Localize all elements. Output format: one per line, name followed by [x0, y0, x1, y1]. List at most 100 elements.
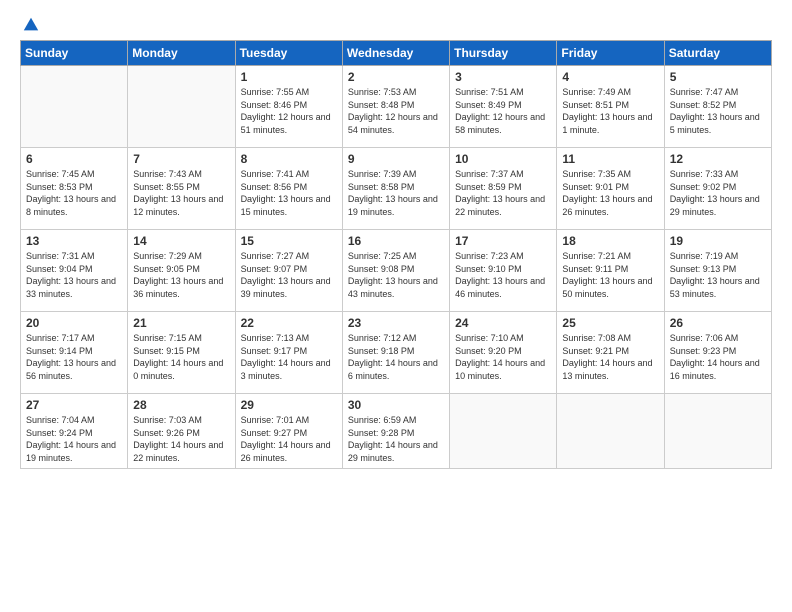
day-info: Sunrise: 7:15 AM Sunset: 9:15 PM Dayligh…: [133, 332, 229, 382]
calendar-cell: 15 Sunrise: 7:27 AM Sunset: 9:07 PM Dayli…: [235, 230, 342, 312]
calendar-cell: [664, 394, 771, 469]
day-number: 26: [670, 316, 766, 330]
day-number: 8: [241, 152, 337, 166]
calendar-cell: 5 Sunrise: 7:47 AM Sunset: 8:52 PM Daylig…: [664, 66, 771, 148]
day-number: 2: [348, 70, 444, 84]
day-number: 14: [133, 234, 229, 248]
day-number: 4: [562, 70, 658, 84]
day-info: Sunrise: 7:03 AM Sunset: 9:26 PM Dayligh…: [133, 414, 229, 464]
day-info: Sunrise: 7:45 AM Sunset: 8:53 PM Dayligh…: [26, 168, 122, 218]
calendar-cell: 14 Sunrise: 7:29 AM Sunset: 9:05 PM Dayli…: [128, 230, 235, 312]
calendar-week-row: 1 Sunrise: 7:55 AM Sunset: 8:46 PM Daylig…: [21, 66, 772, 148]
weekday-header: Friday: [557, 41, 664, 66]
day-number: 20: [26, 316, 122, 330]
day-number: 11: [562, 152, 658, 166]
calendar-cell: 21 Sunrise: 7:15 AM Sunset: 9:15 PM Dayli…: [128, 312, 235, 394]
day-number: 13: [26, 234, 122, 248]
day-info: Sunrise: 7:47 AM Sunset: 8:52 PM Dayligh…: [670, 86, 766, 136]
weekday-header: Sunday: [21, 41, 128, 66]
calendar-cell: 11 Sunrise: 7:35 AM Sunset: 9:01 PM Dayli…: [557, 148, 664, 230]
day-info: Sunrise: 7:23 AM Sunset: 9:10 PM Dayligh…: [455, 250, 551, 300]
calendar-cell: 3 Sunrise: 7:51 AM Sunset: 8:49 PM Daylig…: [450, 66, 557, 148]
calendar-cell: 16Sunrise: 7:25 AM Sunset: 9:08 PM Dayli…: [342, 230, 449, 312]
calendar-cell: 30 Sunrise: 6:59 AM Sunset: 9:28 PM Dayli…: [342, 394, 449, 469]
day-number: 1: [241, 70, 337, 84]
calendar-cell: 13 Sunrise: 7:31 AM Sunset: 9:04 PM Dayli…: [21, 230, 128, 312]
calendar-cell: 25 Sunrise: 7:08 AM Sunset: 9:21 PM Dayli…: [557, 312, 664, 394]
calendar-cell: [557, 394, 664, 469]
day-number: 10: [455, 152, 551, 166]
day-info: Sunrise: 7:10 AM Sunset: 9:20 PM Dayligh…: [455, 332, 551, 382]
calendar-cell: 12 Sunrise: 7:33 AM Sunset: 9:02 PM Dayli…: [664, 148, 771, 230]
calendar-cell: 8 Sunrise: 7:41 AM Sunset: 8:56 PM Daylig…: [235, 148, 342, 230]
day-number: 25: [562, 316, 658, 330]
calendar-cell: 10 Sunrise: 7:37 AM Sunset: 8:59 PM Dayli…: [450, 148, 557, 230]
day-number: 23: [348, 316, 444, 330]
calendar-cell: 18Sunrise: 7:21 AM Sunset: 9:11 PM Dayli…: [557, 230, 664, 312]
calendar-week-row: 20 Sunrise: 7:17 AM Sunset: 9:14 PM Dayli…: [21, 312, 772, 394]
day-number: 12: [670, 152, 766, 166]
calendar-cell: 6 Sunrise: 7:45 AM Sunset: 8:53 PM Daylig…: [21, 148, 128, 230]
day-number: 7: [133, 152, 229, 166]
calendar-header-row: SundayMondayTuesdayWednesdayThursdayFrid…: [21, 41, 772, 66]
day-info: Sunrise: 7:55 AM Sunset: 8:46 PM Dayligh…: [241, 86, 337, 136]
day-number: 5: [670, 70, 766, 84]
day-number: 16: [348, 234, 444, 248]
calendar-cell: [21, 66, 128, 148]
day-info: Sunrise: 7:31 AM Sunset: 9:04 PM Dayligh…: [26, 250, 122, 300]
calendar-week-row: 6 Sunrise: 7:45 AM Sunset: 8:53 PM Daylig…: [21, 148, 772, 230]
calendar-cell: 22Sunrise: 7:13 AM Sunset: 9:17 PM Dayli…: [235, 312, 342, 394]
calendar-cell: 26 Sunrise: 7:06 AM Sunset: 9:23 PM Dayli…: [664, 312, 771, 394]
day-info: Sunrise: 7:12 AM Sunset: 9:18 PM Dayligh…: [348, 332, 444, 382]
calendar-cell: 24 Sunrise: 7:10 AM Sunset: 9:20 PM Dayli…: [450, 312, 557, 394]
day-info: Sunrise: 7:35 AM Sunset: 9:01 PM Dayligh…: [562, 168, 658, 218]
day-number: 21: [133, 316, 229, 330]
day-number: 29: [241, 398, 337, 412]
calendar-cell: [450, 394, 557, 469]
weekday-header: Monday: [128, 41, 235, 66]
calendar-cell: 17 Sunrise: 7:23 AM Sunset: 9:10 PM Dayli…: [450, 230, 557, 312]
calendar-cell: 29 Sunrise: 7:01 AM Sunset: 9:27 PM Dayli…: [235, 394, 342, 469]
day-info: Sunrise: 7:17 AM Sunset: 9:14 PM Dayligh…: [26, 332, 122, 382]
day-number: 9: [348, 152, 444, 166]
weekday-header: Tuesday: [235, 41, 342, 66]
calendar-cell: [128, 66, 235, 148]
day-number: 19: [670, 234, 766, 248]
day-number: 6: [26, 152, 122, 166]
day-info: Sunrise: 7:39 AM Sunset: 8:58 PM Dayligh…: [348, 168, 444, 218]
calendar-cell: 9 Sunrise: 7:39 AM Sunset: 8:58 PM Daylig…: [342, 148, 449, 230]
day-info: Sunrise: 7:41 AM Sunset: 8:56 PM Dayligh…: [241, 168, 337, 218]
calendar-cell: 28Sunrise: 7:03 AM Sunset: 9:26 PM Dayli…: [128, 394, 235, 469]
weekday-header: Wednesday: [342, 41, 449, 66]
calendar-cell: 4 Sunrise: 7:49 AM Sunset: 8:51 PM Daylig…: [557, 66, 664, 148]
day-info: Sunrise: 7:33 AM Sunset: 9:02 PM Dayligh…: [670, 168, 766, 218]
weekday-header: Saturday: [664, 41, 771, 66]
day-info: Sunrise: 7:08 AM Sunset: 9:21 PM Dayligh…: [562, 332, 658, 382]
calendar-week-row: 13 Sunrise: 7:31 AM Sunset: 9:04 PM Dayli…: [21, 230, 772, 312]
logo-icon: [22, 16, 40, 34]
day-number: 3: [455, 70, 551, 84]
header: [20, 16, 772, 30]
day-info: Sunrise: 7:21 AM Sunset: 9:11 PM Dayligh…: [562, 250, 658, 300]
day-info: Sunrise: 6:59 AM Sunset: 9:28 PM Dayligh…: [348, 414, 444, 464]
weekday-header: Thursday: [450, 41, 557, 66]
day-info: Sunrise: 7:49 AM Sunset: 8:51 PM Dayligh…: [562, 86, 658, 136]
calendar-cell: 7 Sunrise: 7:43 AM Sunset: 8:55 PM Daylig…: [128, 148, 235, 230]
day-info: Sunrise: 7:51 AM Sunset: 8:49 PM Dayligh…: [455, 86, 551, 136]
day-info: Sunrise: 7:27 AM Sunset: 9:07 PM Dayligh…: [241, 250, 337, 300]
day-number: 24: [455, 316, 551, 330]
calendar-cell: 27Sunrise: 7:04 AM Sunset: 9:24 PM Dayli…: [21, 394, 128, 469]
day-info: Sunrise: 7:29 AM Sunset: 9:05 PM Dayligh…: [133, 250, 229, 300]
day-info: Sunrise: 7:37 AM Sunset: 8:59 PM Dayligh…: [455, 168, 551, 218]
calendar-week-row: 27Sunrise: 7:04 AM Sunset: 9:24 PM Dayli…: [21, 394, 772, 469]
day-number: 15: [241, 234, 337, 248]
day-info: Sunrise: 7:01 AM Sunset: 9:27 PM Dayligh…: [241, 414, 337, 464]
calendar-cell: 2Sunrise: 7:53 AM Sunset: 8:48 PM Daylig…: [342, 66, 449, 148]
logo: [20, 16, 40, 30]
day-number: 30: [348, 398, 444, 412]
day-info: Sunrise: 7:06 AM Sunset: 9:23 PM Dayligh…: [670, 332, 766, 382]
day-number: 17: [455, 234, 551, 248]
calendar-cell: 1 Sunrise: 7:55 AM Sunset: 8:46 PM Daylig…: [235, 66, 342, 148]
day-info: Sunrise: 7:13 AM Sunset: 9:17 PM Dayligh…: [241, 332, 337, 382]
day-info: Sunrise: 7:43 AM Sunset: 8:55 PM Dayligh…: [133, 168, 229, 218]
